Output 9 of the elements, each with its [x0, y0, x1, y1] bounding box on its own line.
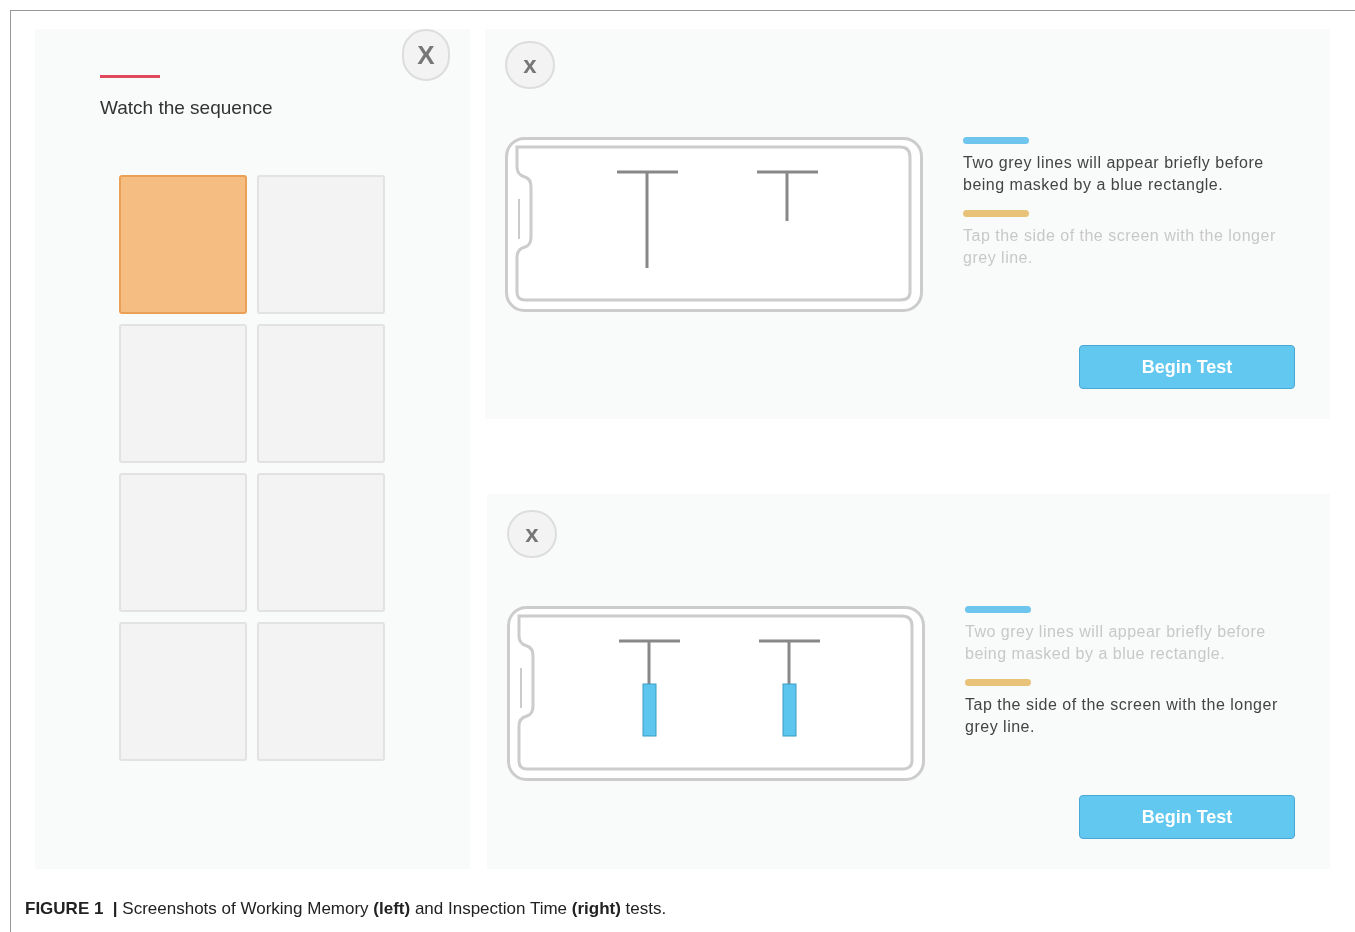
close-button[interactable]: x: [507, 510, 557, 558]
instruction-text: Two grey lines will appear briefly before being masked by a blue rectangle.: [963, 153, 1265, 195]
grid-tile[interactable]: [119, 174, 247, 314]
close-button[interactable]: X: [402, 29, 450, 81]
close-button[interactable]: x: [505, 41, 555, 89]
instruction-text: Watch the sequence: [100, 96, 274, 120]
figure-caption: FIGURE 1 | Screenshots of Working Memory (left) and Inspection Time (right) tests.: [25, 898, 668, 920]
timer-bar: [100, 75, 160, 78]
instruction-text: Tap the side of the screen with the longer grey line.: [965, 695, 1279, 737]
